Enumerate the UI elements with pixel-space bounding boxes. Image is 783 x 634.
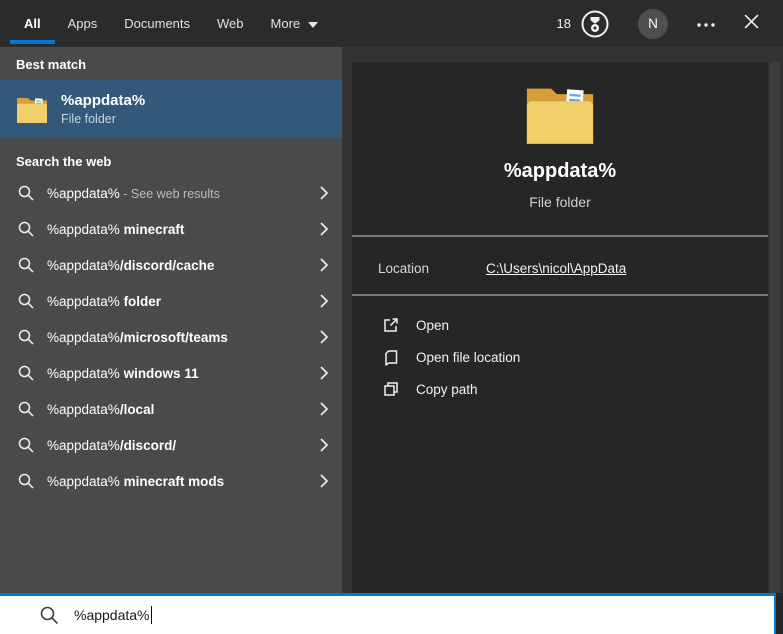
text-caret [150,606,152,624]
tab-documents-label: Documents [124,16,191,31]
search-filter-bar: All Apps Documents Web More 18 N [0,0,783,47]
best-match-header: Best match [16,57,87,72]
rewards-medal-icon[interactable] [580,9,610,39]
search-icon [40,606,59,624]
filter-tabs: All Apps Documents Web More [10,0,319,47]
windows-search-flyout: All Apps Documents Web More 18 N Best ma… [0,0,783,634]
chevron-right-icon[interactable] [320,330,329,349]
avatar-initial: N [648,16,658,31]
search-web-header: Search the web [16,154,112,169]
chevron-right-icon[interactable] [320,366,329,385]
web-suggestion-4[interactable]: %appdata% folder [0,283,342,319]
search-input[interactable]: %appdata% [0,593,776,634]
web-suggestion-6[interactable]: %appdata% windows 11 [0,355,342,391]
best-match-title: %appdata% [61,92,146,109]
more-options-icon[interactable] [696,15,716,33]
open-file-location-label: Open file location [416,349,521,365]
location-label: Location [378,261,430,276]
close-icon[interactable] [744,14,759,34]
search-icon [18,473,34,489]
preview-card: %appdata% File folder Location C:\Users\… [352,62,768,593]
results-panel: Best match %appdata% File folder Search … [0,47,342,593]
location-row: Location C:\Users\nicol\AppData [352,257,768,285]
folder-icon [526,88,594,144]
preview-title: %appdata% [503,160,617,182]
search-bar: %appdata% [0,593,783,634]
web-suggestion-9[interactable]: %appdata% minecraft mods [0,463,342,499]
copy-path-action[interactable]: Copy path [352,373,768,405]
search-icon [18,185,34,201]
chevron-right-icon[interactable] [320,438,329,457]
open-action[interactable]: Open [352,309,768,341]
tab-more[interactable]: More [271,0,319,47]
best-match-text: %appdata% File folder [61,92,145,126]
tab-documents[interactable]: Documents [124,0,190,47]
suggestion-text: %appdata% folder [47,293,162,309]
action-list: Open Open file location Copy path [352,309,768,405]
web-suggestion-2[interactable]: %appdata% minecraft [0,211,342,247]
tab-apps-label: Apps [67,16,98,31]
chevron-down-icon [308,16,319,31]
search-icon [18,365,34,381]
search-icon [18,401,34,417]
suggestion-text: %appdata% minecraft [47,221,185,237]
open-file-location-icon [385,350,398,366]
web-suggestion-5[interactable]: %appdata%/microsoft/teams [0,319,342,355]
search-icon [18,437,34,453]
topbar-actions: 18 N [556,8,759,39]
scrollbar[interactable] [770,62,780,593]
divider [352,235,768,237]
search-icon [18,293,34,309]
tab-all[interactable]: All [10,0,54,47]
search-icon [18,257,34,273]
suggestion-text: %appdata%/microsoft/teams [47,329,228,345]
copy-icon [384,382,398,396]
best-match-result[interactable]: %appdata% File folder [0,80,342,138]
best-match-subtitle: File folder [61,112,116,126]
chevron-right-icon[interactable] [320,294,329,313]
search-icon [18,329,34,345]
search-icon [18,221,34,237]
suggestion-text: %appdata% minecraft mods [47,473,225,489]
folder-icon [17,97,47,123]
preview-subtitle: File folder [529,194,591,210]
chevron-right-icon[interactable] [320,186,329,205]
open-label: Open [416,317,450,333]
chevron-right-icon[interactable] [320,222,329,241]
search-query-text: %appdata% [74,607,150,623]
preview-panel: %appdata% File folder Location C:\Users\… [342,47,783,593]
chevron-right-icon[interactable] [320,402,329,421]
copy-path-label: Copy path [416,381,478,397]
rewards-points: 18 [556,16,571,31]
suggestion-text: %appdata% - See web results [47,185,220,201]
web-suggestion-8[interactable]: %appdata%/discord/ [0,427,342,463]
suggestion-text: %appdata%/discord/ [47,437,177,453]
tab-web[interactable]: Web [217,0,244,47]
chevron-right-icon[interactable] [320,474,329,493]
user-avatar[interactable]: N [638,8,668,39]
tab-more-label: More [270,16,301,31]
web-suggestion-7[interactable]: %appdata%/local [0,391,342,427]
suggestion-text: %appdata% windows 11 [47,365,199,381]
web-suggestion-1[interactable]: %appdata% - See web results [0,175,342,211]
tab-web-label: Web [217,16,244,31]
open-icon [384,318,398,332]
tab-apps[interactable]: Apps [68,0,98,47]
suggestion-text: %appdata%/local [47,401,155,417]
suggestion-text: %appdata%/discord/cache [47,257,215,273]
open-file-location-action[interactable]: Open file location [352,341,768,373]
divider [352,294,768,296]
tab-all-label: All [24,16,41,31]
location-link[interactable]: C:\Users\nicol\AppData [486,261,626,276]
chevron-right-icon[interactable] [320,258,329,277]
web-suggestion-3[interactable]: %appdata%/discord/cache [0,247,342,283]
